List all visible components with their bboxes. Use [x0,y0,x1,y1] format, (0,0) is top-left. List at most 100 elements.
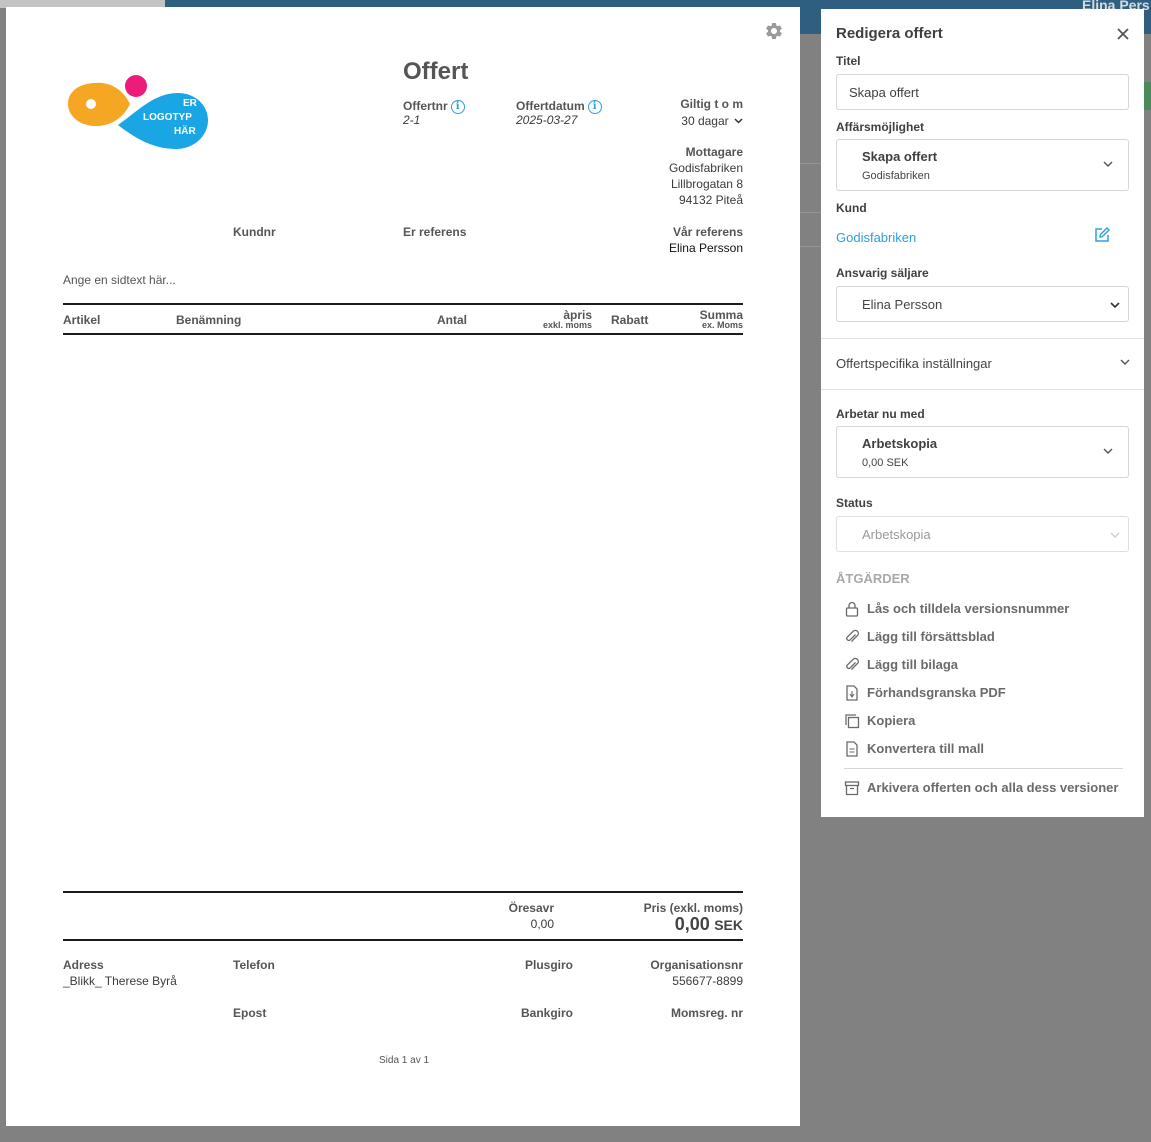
paperclip-icon [846,629,859,642]
plusgiro-label: Plusgiro [524,958,573,972]
column-header-artikel: Artikel [63,313,101,327]
column-header-benamning: Benämning [176,313,242,327]
offer-document-page: ER LOGOTYP HÄR Offert Offertnr i 2-1 Offe… [6,7,800,1126]
action-label: Förhandsgranska PDF [867,685,1006,700]
table-header-rule [63,333,743,335]
pris-currency: SEK [714,917,743,933]
arbetar-label: Arbetar nu med [836,407,925,421]
chevron-down-icon [734,118,743,124]
saljare-selected: Elina Persson [862,297,943,312]
gear-icon[interactable] [764,21,784,41]
saljare-label: Ansvarig säljare [836,266,929,280]
chevron-down-icon[interactable] [1120,359,1130,366]
edit-offer-panel: Redigera offert Titel Affärsmöjlighet Sk… [821,9,1144,817]
offertnr-value[interactable]: 2-1 [403,113,420,127]
company-logo: ER LOGOTYP HÄR [66,73,212,157]
actions-divider [844,768,1123,769]
edit-icon[interactable] [1093,226,1111,244]
column-header-antal: Antal [437,313,467,327]
momsreg-label: Momsreg. nr [670,1006,743,1020]
kund-label: Kund [836,201,867,215]
chevron-down-icon [1110,532,1120,538]
totals-bottom-rule [63,939,743,941]
panel-title: Redigera offert [836,25,943,42]
orgnr-label: Organisationsnr [650,958,743,972]
close-icon[interactable] [1115,26,1131,42]
chevron-down-icon [1103,161,1113,167]
epost-label: Epost [233,1006,267,1020]
pris-total: 0,00 SEK [675,914,743,935]
arbetar-sub: 0,00 SEK [862,457,909,469]
oresavr-label: Öresavr [508,901,554,915]
giltig-label: Giltig t o m [680,97,743,111]
logo-text-line: ER [183,98,197,109]
table-top-rule [63,303,743,305]
mottagare-label: Mottagare [685,145,743,159]
totals-top-rule [63,891,743,893]
chevron-down-icon [1110,302,1120,309]
adress-value: _Blikk_ Therese Byrå [63,974,177,988]
offertdatum-label: Offertdatum i [516,99,602,114]
adress-label: Adress [63,958,104,972]
titel-input[interactable] [836,74,1129,110]
bankgiro-label: Bankgiro [520,1006,573,1020]
var-referens-value: Elina Persson [668,241,743,255]
mottagare-street: Lillbrogatan 8 [670,177,743,191]
chevron-down-icon [1103,448,1113,454]
archive-icon [844,781,860,796]
background-divider [800,163,821,164]
logo-text-line: HÄR [174,126,196,137]
info-icon[interactable]: i [587,100,602,114]
affarsmojlighet-sub: Godisfabriken [862,170,930,182]
settings-toggle[interactable]: Offertspecifika inställningar [836,356,992,371]
background-divider [800,246,821,247]
lock-icon [845,601,859,617]
arbetar-selected: Arbetskopia [862,436,938,451]
column-header-summa-sub: ex. Moms [701,320,743,330]
affarsmojlighet-label: Affärsmöjlighet [836,120,925,134]
action-label: Kopiera [867,713,916,728]
action-label: Konvertera till mall [867,741,985,756]
arbetar-select[interactable]: Arbetskopia 0,00 SEK [836,426,1129,478]
panel-divider [821,338,1144,339]
saljare-select[interactable]: Elina Persson [836,286,1129,322]
copy-icon [845,714,860,729]
column-header-rabatt: Rabatt [611,313,649,327]
status-select[interactable]: Arbetskopia [836,516,1129,552]
mottagare-city: 94132 Piteå [678,193,743,207]
pris-label: Pris (exkl. moms) [643,901,743,915]
affarsmojlighet-select[interactable]: Skapa offert Godisfabriken [836,139,1129,191]
template-file-icon [846,741,858,757]
column-header-apris-sub: exkl. moms [542,320,592,330]
background-divider [800,212,821,213]
affarsmojlighet-selected: Skapa offert [862,149,938,164]
pris-value: 0,00 [674,914,710,934]
sidtext-placeholder[interactable]: Ange en sidtext här... [63,273,176,287]
info-icon[interactable]: i [450,100,465,114]
actions-heading: ÅTGÄRDER [836,571,910,586]
document-title: Offert [403,58,469,85]
offertnr-label: Offertnr i [403,99,465,114]
status-selected: Arbetskopia [862,527,931,542]
paperclip-icon [846,657,859,670]
action-label: Lägg till försättsblad [867,629,995,644]
status-label: Status [836,496,873,510]
var-referens-label: Vår referens [672,225,743,239]
oresavr-value: 0,00 [530,917,554,931]
page-number: Sida 1 av 1 [379,1055,430,1066]
logo-text-line: LOGOTYP [143,112,192,123]
kund-link[interactable]: Godisfabriken [836,230,916,245]
kundnr-label: Kundnr [233,225,276,239]
action-label: Lägg till bilaga [867,657,959,672]
offertdatum-value[interactable]: 2025-03-27 [516,113,577,127]
telefon-label: Telefon [233,958,275,972]
er-referens-label: Er referens [403,225,467,239]
panel-divider [821,389,1144,390]
orgnr-value: 556677-8899 [672,974,743,988]
mottagare-name: Godisfabriken [668,161,743,175]
giltig-dropdown[interactable]: 30 dagar [681,114,743,128]
action-label: Lås och tilldela versionsnummer [867,601,1070,616]
pdf-file-icon [846,685,858,701]
titel-label: Titel [836,54,861,68]
action-label: Arkivera offerten och alla dess versione… [867,780,1119,795]
